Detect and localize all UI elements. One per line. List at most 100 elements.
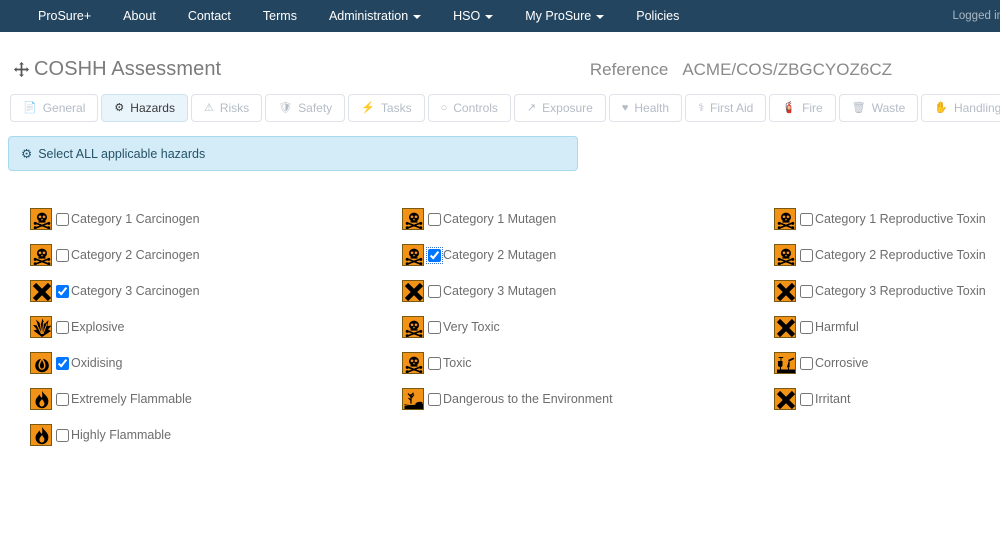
nav-item-label: Policies [636, 9, 680, 23]
hazard-checkbox[interactable] [800, 320, 813, 334]
nav-item-my-prosure[interactable]: My ProSure [509, 0, 620, 32]
hazard-label[interactable]: Category 3 Mutagen [443, 284, 556, 298]
navbar-items: ProSure+ About Contact Terms Administration H… [0, 0, 695, 32]
hazard-checkbox[interactable] [56, 356, 69, 370]
hazard-checkbox[interactable] [428, 320, 441, 334]
tab-label: Safety [298, 101, 333, 115]
hazard-item: Dangerous to the Environment [402, 381, 774, 417]
tab-exposure[interactable]: ↗ Exposure [513, 94, 606, 122]
tab-hazards[interactable]: ⚙ Hazards [101, 94, 188, 122]
tab-label: Exposure [542, 101, 593, 115]
nav-item-policies[interactable]: Policies [620, 0, 695, 32]
tab-bar: 📄 General ⚙ Hazards ⚠ Risks 🛡 Safety ⚡ Tasks ○ Cont… [0, 94, 1000, 122]
hazard-label[interactable]: Highly Flammable [71, 428, 171, 442]
nav-item-contact[interactable]: Contact [172, 0, 247, 32]
move-arrows-icon[interactable] [14, 62, 29, 77]
nav-item-terms[interactable]: Terms [247, 0, 313, 32]
hazard-label[interactable]: Toxic [443, 356, 471, 370]
gear-icon: ⚙ [114, 101, 125, 114]
tab-label: Tasks [380, 101, 412, 115]
tab-safety[interactable]: 🛡 Safety [265, 94, 346, 122]
hazard-item: Category 2 Reproductive Toxin [774, 237, 1000, 273]
tab-waste[interactable]: 🗑 Waste [838, 94, 919, 122]
tab-risks[interactable]: ⚠ Risks [190, 94, 263, 122]
hazard-label[interactable]: Harmful [815, 320, 859, 334]
tab-first-aid[interactable]: ⚕ First Aid [685, 94, 767, 122]
hazard-checkbox[interactable] [800, 212, 813, 226]
hazard-checkbox[interactable] [56, 392, 69, 406]
hazard-item: Category 3 Carcinogen [30, 273, 402, 309]
chevron-down-icon [596, 14, 605, 19]
tab-label: Fire [802, 101, 823, 115]
nav-item-hso[interactable]: HSO [437, 0, 509, 32]
hazard-checkbox[interactable] [428, 284, 441, 298]
hazard-label[interactable]: Category 2 Reproductive Toxin [815, 248, 986, 262]
hazard-checkbox[interactable] [56, 248, 69, 262]
tab-label: Handling [953, 101, 1000, 115]
oxidising-hazard-icon [30, 352, 52, 374]
hazard-checkbox[interactable] [56, 212, 69, 226]
skull-crossbones-hazard-icon [402, 316, 424, 338]
hazard-checkbox[interactable] [800, 248, 813, 262]
environment-hazard-icon [402, 388, 424, 410]
nav-item-prosure-[interactable]: ProSure+ [22, 0, 107, 32]
reference: Reference ACME/COS/ZBGCYOZ6CZ [590, 60, 892, 80]
x-harmful-hazard-icon [774, 388, 796, 410]
hazard-checkbox[interactable] [428, 356, 441, 370]
tab-label: Waste [871, 101, 906, 115]
hazard-item: Toxic [402, 345, 774, 381]
hazard-label[interactable]: Corrosive [815, 356, 869, 370]
skull-crossbones-hazard-icon [402, 244, 424, 266]
hazard-label[interactable]: Category 1 Carcinogen [71, 212, 200, 226]
hazard-label[interactable]: Dangerous to the Environment [443, 392, 613, 406]
skull-crossbones-hazard-icon [30, 208, 52, 230]
hazard-checkbox[interactable] [56, 284, 69, 298]
top-navbar: ProSure+ About Contact Terms Administration H… [0, 0, 1000, 32]
tab-handling[interactable]: ✋ Handling [921, 94, 1000, 122]
hazard-label[interactable]: Extremely Flammable [71, 392, 192, 406]
banner-wrapper: ⚙ Select ALL applicable hazards [0, 122, 1000, 171]
hazard-label[interactable]: Oxidising [71, 356, 122, 370]
hazard-checkbox[interactable] [56, 320, 69, 334]
gear-icon: ⚙ [21, 147, 33, 161]
shield-icon: 🛡 [278, 101, 293, 114]
hazard-label[interactable]: Irritant [815, 392, 850, 406]
hazard-column-2: Category 1 Mutagen Category 2 Mutagen Cate… [402, 201, 774, 453]
tab-tasks[interactable]: ⚡ Tasks [348, 94, 425, 122]
tab-label: Hazards [130, 101, 175, 115]
chevron-down-icon [413, 14, 422, 19]
nav-item-administration[interactable]: Administration [313, 0, 437, 32]
hazard-item: Corrosive [774, 345, 1000, 381]
reference-value: ACME/COS/ZBGCYOZ6CZ [682, 60, 892, 79]
tab-general[interactable]: 📄 General [10, 94, 99, 122]
select-hazards-banner: ⚙ Select ALL applicable hazards [8, 136, 578, 171]
hazard-checkbox[interactable] [426, 246, 443, 264]
hazard-checkbox[interactable] [56, 428, 69, 442]
hazard-label[interactable]: Category 2 Carcinogen [71, 248, 200, 262]
tab-health[interactable]: ♥ Health [608, 94, 683, 122]
hazard-label[interactable]: Explosive [71, 320, 125, 334]
skull-crossbones-hazard-icon [30, 244, 52, 266]
hazard-item: Very Toxic [402, 309, 774, 345]
hazard-checkbox[interactable] [800, 392, 813, 406]
hazard-label[interactable]: Category 3 Reproductive Toxin [815, 284, 986, 298]
tab-controls[interactable]: ○ Controls [427, 94, 511, 122]
hazard-label[interactable]: Category 3 Carcinogen [71, 284, 200, 298]
logged-in-status: Logged in: Ay [952, 10, 1000, 22]
heartbeat-icon: ♥ [621, 101, 629, 114]
external-link-icon: ↗ [526, 101, 537, 114]
nav-item-label: HSO [453, 9, 481, 23]
nav-item-about[interactable]: About [107, 0, 172, 32]
hazard-checkbox[interactable] [800, 284, 813, 298]
hand-icon: ✋ [934, 101, 948, 114]
hazard-label[interactable]: Category 2 Mutagen [443, 248, 556, 262]
hazard-label[interactable]: Category 1 Mutagen [443, 212, 556, 226]
tab-fire[interactable]: 🧯 Fire [769, 94, 836, 122]
hazard-checkbox[interactable] [428, 212, 441, 226]
hazard-label[interactable]: Category 1 Reproductive Toxin [815, 212, 986, 226]
hazard-label[interactable]: Very Toxic [443, 320, 500, 334]
hazard-checkbox[interactable] [428, 392, 441, 406]
hazard-item: Category 3 Mutagen [402, 273, 774, 309]
tab-label: Controls [453, 101, 498, 115]
hazard-checkbox[interactable] [800, 356, 813, 370]
